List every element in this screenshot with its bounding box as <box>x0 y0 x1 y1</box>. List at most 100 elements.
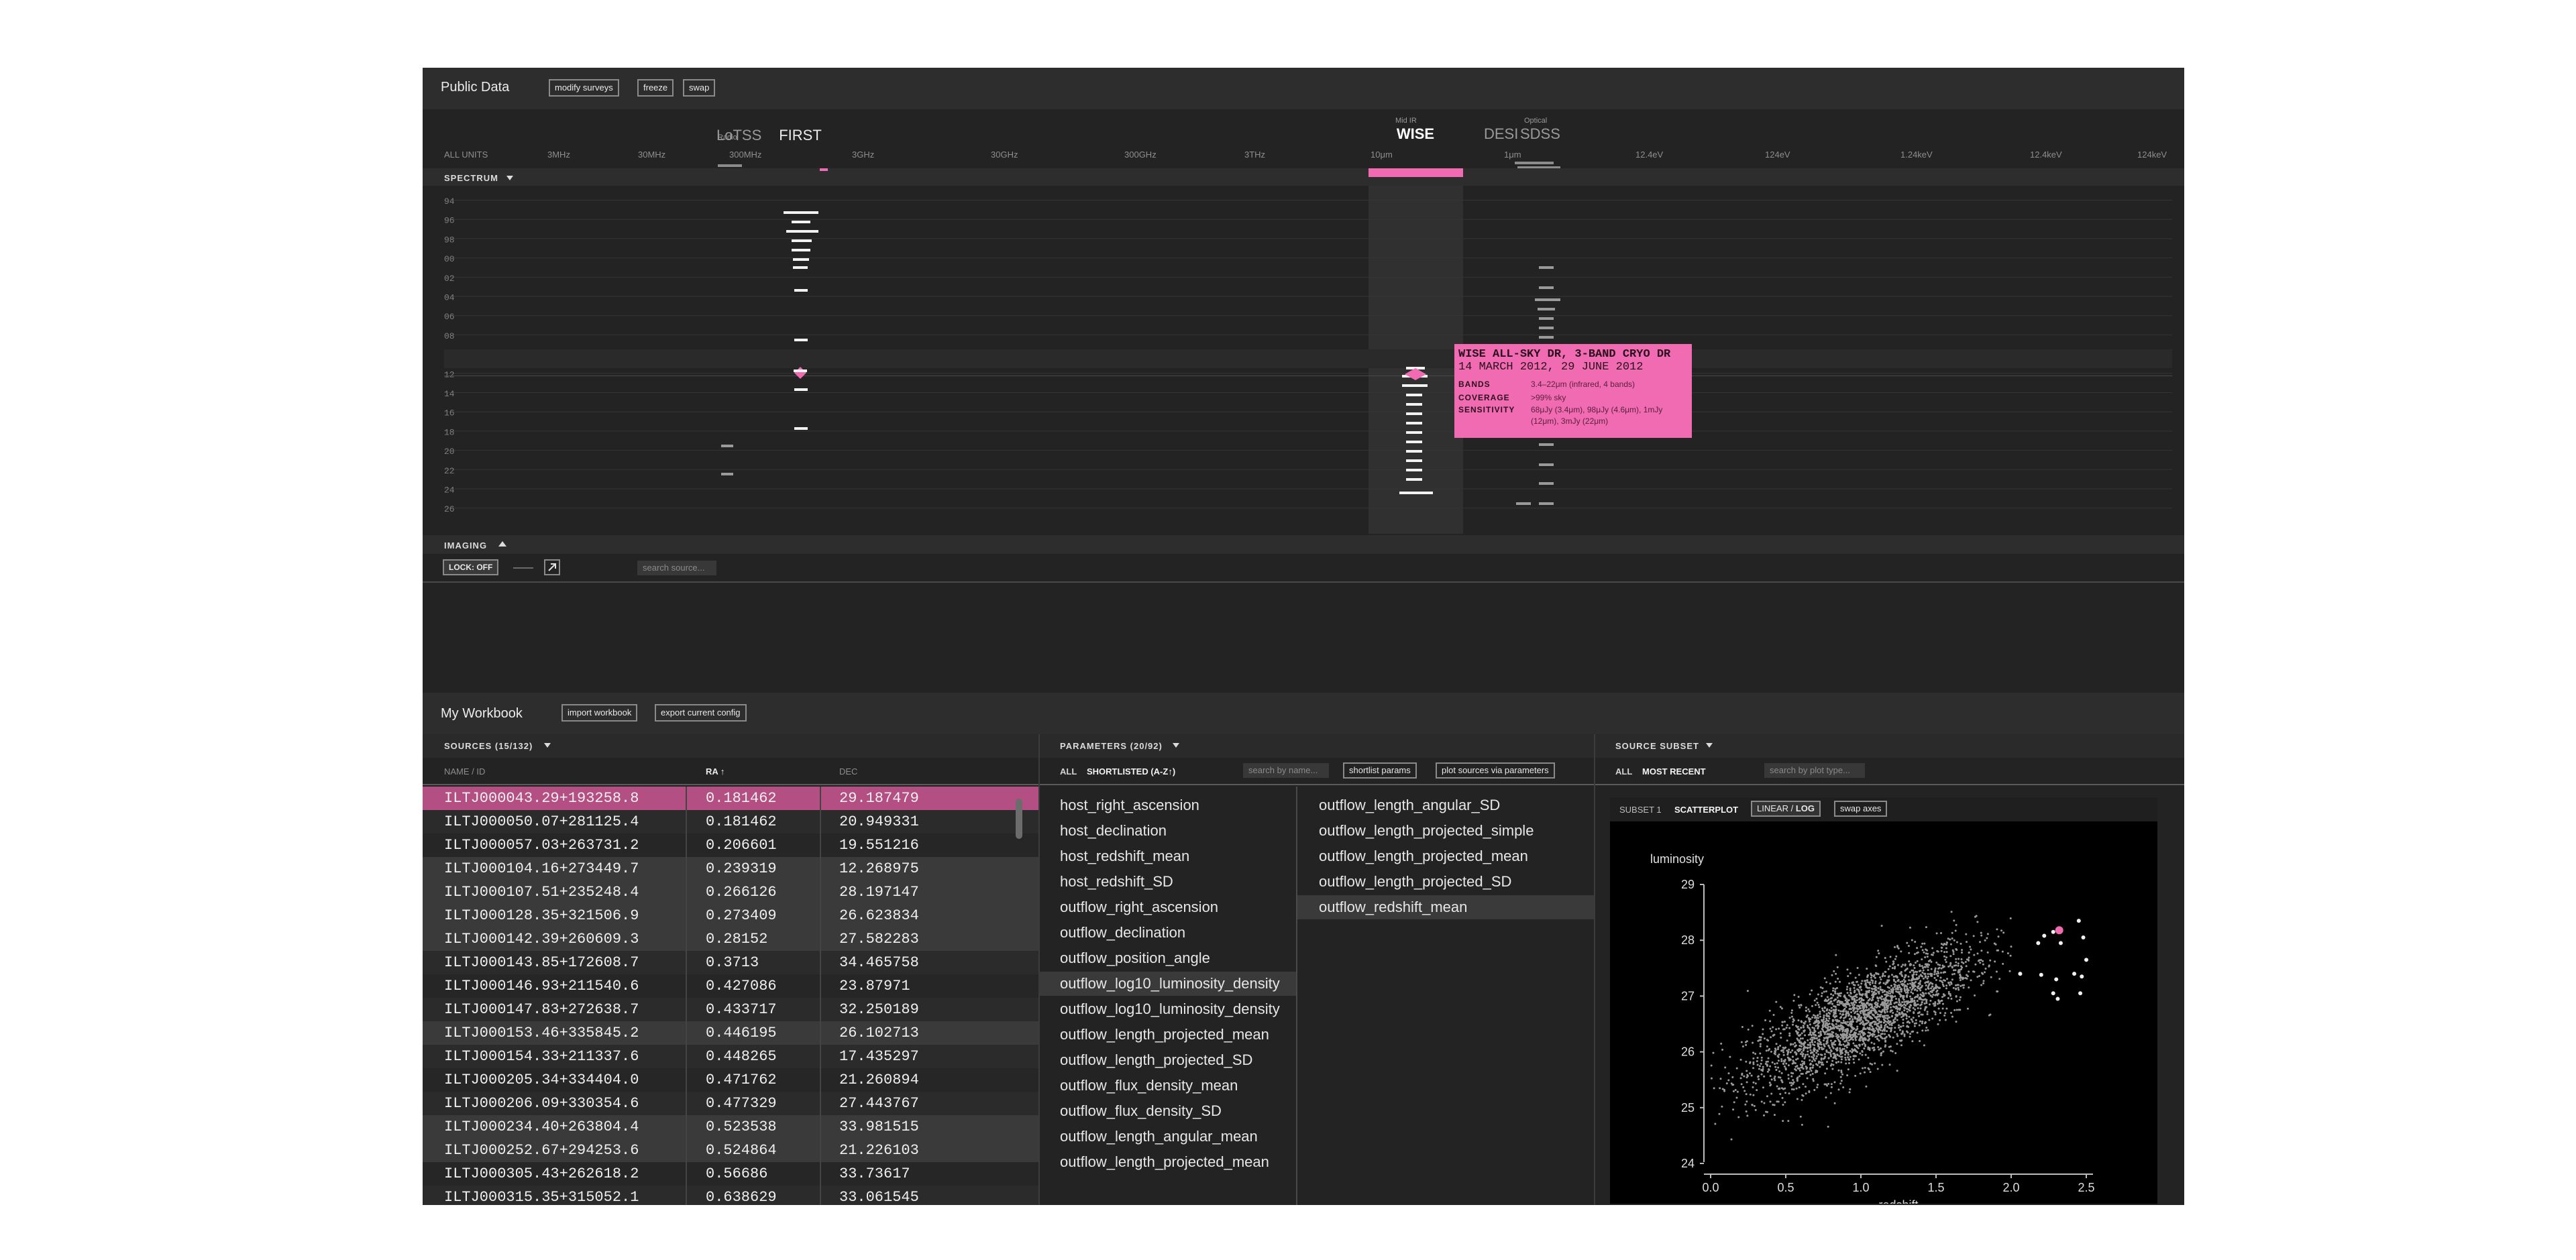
plot-sources-button[interactable]: plot sources via parameters <box>1436 762 1555 779</box>
table-row[interactable]: ILTJ000315.35+315052.1 0.638629 33.061545 <box>423 1186 1038 1205</box>
table-row[interactable]: ILTJ000143.85+172608.7 0.3713 34.465758 <box>423 951 1038 974</box>
scatter-outlier[interactable] <box>2076 919 2081 923</box>
param-search-input[interactable]: search by name... <box>1243 763 1329 778</box>
table-row[interactable]: ILTJ000043.29+193258.8 0.181462 29.187479 <box>423 787 1038 810</box>
table-row[interactable]: ILTJ000305.43+262618.2 0.56686 33.73617 <box>423 1162 1038 1186</box>
param-list-item[interactable]: outflow_right_ascension <box>1038 895 1296 919</box>
survey-observation-mark[interactable] <box>1539 443 1554 446</box>
param-list-item[interactable]: outflow_log10_luminosity_density <box>1038 972 1296 996</box>
table-row[interactable]: ILTJ000057.03+263731.2 0.206601 19.551216 <box>423 834 1038 857</box>
sources-dropdown-icon[interactable] <box>543 742 551 749</box>
param-list-item[interactable]: outflow_length_projected_mean <box>1297 844 1594 868</box>
table-row[interactable]: ILTJ000050.07+281125.4 0.181462 20.949331 <box>423 810 1038 834</box>
param-list-item[interactable]: outflow_position_angle <box>1038 946 1296 970</box>
param-list-item[interactable]: outflow_log10_luminosity_density <box>1038 997 1296 1021</box>
survey-observation-mark[interactable] <box>1406 478 1422 481</box>
param-list-item[interactable]: outflow_declination <box>1038 921 1296 945</box>
imaging-expand-icon[interactable] <box>498 540 507 548</box>
survey-first-label[interactable]: FIRST <box>779 127 822 144</box>
all-units-label[interactable]: ALL UNITS <box>444 150 488 160</box>
survey-observation-mark[interactable] <box>794 427 808 430</box>
survey-observation-mark[interactable] <box>784 211 818 214</box>
survey-observation-mark[interactable] <box>1406 394 1422 396</box>
subset-filter-recent[interactable]: MOST RECENT <box>1642 766 1706 777</box>
param-list-1[interactable]: host_right_ascension host_declination host… <box>1038 787 1296 1205</box>
survey-observation-mark[interactable] <box>1399 492 1433 494</box>
param-list-item[interactable]: outflow_length_projected_mean <box>1038 1023 1296 1047</box>
table-row[interactable]: ILTJ000205.34+334404.0 0.471762 21.260894 <box>423 1068 1038 1092</box>
first-selected-marker[interactable] <box>794 367 806 379</box>
survey-observation-mark[interactable] <box>1539 482 1554 485</box>
table-row[interactable]: ILTJ000154.33+211337.6 0.448265 17.435297 <box>423 1045 1038 1068</box>
sources-header[interactable]: SOURCES (15/132) <box>444 741 533 751</box>
scatter-outlier[interactable] <box>2042 933 2047 938</box>
param-list-item[interactable]: outflow_length_projected_SD <box>1297 870 1594 894</box>
import-workbook-button[interactable]: import workbook <box>561 704 638 722</box>
survey-observation-mark[interactable] <box>1406 431 1422 434</box>
param-list-item[interactable]: outflow_length_angular_SD <box>1297 793 1594 817</box>
param-list-item[interactable]: outflow_length_projected_mean <box>1038 1150 1296 1174</box>
param-list-item[interactable]: outflow_length_projected_simple <box>1297 819 1594 843</box>
survey-observation-mark[interactable] <box>1402 384 1428 387</box>
param-list-item[interactable]: host_right_ascension <box>1038 793 1296 817</box>
survey-observation-mark[interactable] <box>793 266 808 269</box>
param-list-item[interactable]: outflow_length_projected_SD <box>1038 1048 1296 1072</box>
survey-observation-mark[interactable] <box>794 388 808 391</box>
subset-dropdown-icon[interactable] <box>1705 742 1713 749</box>
scatter-outlier[interactable] <box>2078 991 2083 996</box>
param-list-item[interactable]: host_redshift_mean <box>1038 844 1296 868</box>
survey-observation-mark[interactable] <box>1539 327 1554 329</box>
survey-observation-mark[interactable] <box>792 249 810 251</box>
scatter-outlier[interactable] <box>2039 972 2043 977</box>
scatter-outlier[interactable] <box>2081 935 2086 940</box>
scatter-outlier[interactable] <box>2018 972 2023 976</box>
spectrum-section-label[interactable]: SPECTRUM <box>444 173 498 183</box>
shortlist-params-button[interactable]: shortlist params <box>1343 762 1417 779</box>
scatter-outlier[interactable] <box>2054 977 2059 982</box>
survey-observation-mark[interactable] <box>1406 459 1422 462</box>
tab-subset-1[interactable]: SUBSET 1 <box>1619 805 1662 815</box>
imaging-section-label[interactable]: IMAGING <box>444 540 487 551</box>
survey-observation-mark[interactable] <box>1406 412 1422 415</box>
param-list-item[interactable]: host_redshift_SD <box>1038 870 1296 894</box>
subset-header[interactable]: SOURCE SUBSET <box>1615 741 1699 751</box>
swap-axes-button[interactable]: swap axes <box>1834 801 1888 817</box>
survey-observation-mark[interactable] <box>786 230 818 233</box>
survey-observation-mark[interactable] <box>1406 441 1422 443</box>
table-row[interactable]: ILTJ000146.93+211540.6 0.427086 23.87971 <box>423 974 1038 998</box>
survey-observation-mark[interactable] <box>793 258 809 261</box>
col-dec-header[interactable]: DEC <box>839 766 857 777</box>
param-list-item[interactable]: outflow_flux_density_SD <box>1038 1099 1296 1123</box>
col-name-header[interactable]: NAME / ID <box>444 766 485 777</box>
survey-observation-mark[interactable] <box>1539 463 1554 466</box>
survey-observation-mark[interactable] <box>1538 308 1555 310</box>
scatter-outlier[interactable] <box>2051 991 2055 996</box>
parameters-dropdown-icon[interactable] <box>1172 742 1180 749</box>
lock-toggle-button[interactable]: LOCK: OFF <box>443 559 499 575</box>
scatter-highlight-point[interactable] <box>2055 926 2063 935</box>
survey-observation-mark[interactable] <box>792 239 812 242</box>
scatter-outlier[interactable] <box>2055 996 2060 1001</box>
survey-observation-mark[interactable] <box>1535 298 1560 301</box>
survey-observation-mark[interactable] <box>1539 266 1554 269</box>
param-list-item[interactable]: outflow_redshift_mean <box>1297 895 1594 919</box>
table-row[interactable]: ILTJ000142.39+260609.3 0.28152 27.582283 <box>423 927 1038 951</box>
table-row[interactable]: ILTJ000128.35+321506.9 0.273409 26.623834 <box>423 904 1038 927</box>
scatter-outlier[interactable] <box>2080 974 2084 979</box>
survey-observation-mark[interactable] <box>1539 336 1554 339</box>
survey-observation-mark[interactable] <box>1516 502 1531 505</box>
param-list-item[interactable]: outflow_flux_density_mean <box>1038 1074 1296 1098</box>
survey-observation-mark[interactable] <box>721 445 733 447</box>
table-row[interactable]: ILTJ000104.16+273449.7 0.239319 12.268975 <box>423 857 1038 880</box>
table-row[interactable]: ILTJ000107.51+235248.4 0.266126 28.197147 <box>423 880 1038 904</box>
search-source-input[interactable]: search source... <box>637 561 716 575</box>
survey-observation-mark[interactable] <box>1406 403 1422 406</box>
scatter-chart[interactable]: 2425262728290.0 0.5 1.0 1.5 2.0 2.5luminosity… <box>1610 821 2157 1204</box>
sources-table[interactable]: ILTJ000043.29+193258.8 0.181462 29.187479 I… <box>423 787 1038 1205</box>
export-config-button[interactable]: export current config <box>655 704 747 722</box>
param-list-item[interactable]: outflow_length_angular_mean <box>1038 1125 1296 1149</box>
survey-observation-mark[interactable] <box>794 339 808 341</box>
open-external-button[interactable] <box>544 559 560 575</box>
scatter-outlier[interactable] <box>2058 941 2063 946</box>
scale-linear[interactable]: LINEAR <box>1757 803 1788 813</box>
